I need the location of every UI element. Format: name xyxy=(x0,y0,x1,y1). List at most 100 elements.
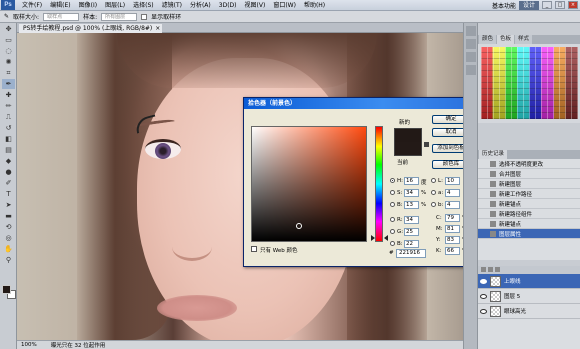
blue-radio[interactable] xyxy=(390,241,395,246)
color-swatches[interactable] xyxy=(2,285,16,299)
history-item[interactable]: 新建锚点 xyxy=(478,219,580,229)
history-item[interactable]: 新建路径组件 xyxy=(478,209,580,219)
lasso-tool-icon[interactable]: ◌ xyxy=(2,46,15,56)
brightness-radio[interactable] xyxy=(390,202,395,207)
menu-help[interactable]: 帮助(H) xyxy=(300,0,329,11)
current-color-swatch[interactable] xyxy=(394,142,422,156)
black-input[interactable]: 66 xyxy=(445,247,460,255)
tab-swatches[interactable]: 色板 xyxy=(497,35,515,44)
menu-layer[interactable]: 图层(L) xyxy=(101,0,129,11)
close-window-button[interactable]: × xyxy=(568,1,578,9)
menu-analysis[interactable]: 分析(A) xyxy=(186,0,215,11)
cyan-input[interactable]: 79 xyxy=(445,214,460,222)
panel-icon[interactable] xyxy=(466,65,476,75)
3d-rotate-icon[interactable]: ⟲ xyxy=(2,222,15,232)
history-item[interactable]: 新建锚点 xyxy=(478,199,580,209)
hue-slider-left-arrow[interactable] xyxy=(371,235,375,241)
design-workspace-button[interactable]: 设计 xyxy=(518,0,539,10)
dodge-tool-icon[interactable]: ● xyxy=(2,167,15,177)
hand-tool-icon[interactable]: ✋ xyxy=(2,244,15,254)
l-input[interactable]: 10 xyxy=(445,177,460,185)
hue-slider-right-arrow[interactable] xyxy=(384,235,388,241)
visibility-eye-icon[interactable] xyxy=(480,293,487,299)
magenta-input[interactable]: 81 xyxy=(445,225,460,233)
a-input[interactable]: 4 xyxy=(445,189,460,197)
hue-input[interactable]: 16 xyxy=(404,177,419,185)
3d-orbit-icon[interactable]: ◎ xyxy=(2,233,15,243)
blue-input[interactable]: 22 xyxy=(404,240,419,248)
yellow-input[interactable]: 83 xyxy=(445,236,460,244)
menu-window[interactable]: 窗口(W) xyxy=(269,0,300,11)
close-tab-icon[interactable]: × xyxy=(155,24,160,33)
zoom-level[interactable]: 100% xyxy=(21,342,37,348)
history-item[interactable]: 选择不透明度更改 xyxy=(478,159,580,169)
menu-file[interactable]: 文件(F) xyxy=(18,0,46,11)
brush-tool-icon[interactable]: ✏ xyxy=(2,101,15,111)
shape-tool-icon[interactable]: ▬ xyxy=(2,211,15,221)
link-icon[interactable] xyxy=(495,267,500,272)
crop-tool-icon[interactable]: ⌗ xyxy=(2,68,15,78)
hue-slider[interactable] xyxy=(375,126,383,242)
gradient-tool-icon[interactable]: ▤ xyxy=(2,145,15,155)
visibility-eye-icon[interactable] xyxy=(480,278,487,284)
tab-history[interactable]: 历史记录 xyxy=(479,150,508,159)
hex-input[interactable]: 221916 xyxy=(396,249,426,258)
move-tool-icon[interactable]: ✥ xyxy=(2,24,15,34)
menu-3d[interactable]: 3D(D) xyxy=(215,0,241,11)
history-item[interactable]: 新建图层 xyxy=(478,179,580,189)
healing-brush-icon[interactable]: ✚ xyxy=(2,90,15,100)
layer-row[interactable]: 图层 5 xyxy=(478,289,580,304)
fill-icon[interactable] xyxy=(488,267,493,272)
history-brush-icon[interactable]: ↺ xyxy=(2,123,15,133)
quick-select-tool-icon[interactable]: ✺ xyxy=(2,57,15,67)
history-item[interactable]: 合并图层 xyxy=(478,169,580,179)
marquee-tool-icon[interactable]: ▭ xyxy=(2,35,15,45)
saturation-field[interactable] xyxy=(251,126,367,242)
red-radio[interactable] xyxy=(390,217,395,222)
show-ring-checkbox[interactable] xyxy=(141,13,148,20)
foreground-color-swatch[interactable] xyxy=(2,285,11,294)
maximize-button[interactable]: □ xyxy=(555,1,565,9)
zoom-tool-icon[interactable]: ⚲ xyxy=(2,255,15,265)
sample-select[interactable]: 所有图层 xyxy=(101,12,138,21)
l-radio[interactable] xyxy=(431,178,436,183)
tab-styles[interactable]: 样式 xyxy=(515,35,533,44)
eraser-tool-icon[interactable]: ◧ xyxy=(2,134,15,144)
history-item[interactable]: 新建工作路径 xyxy=(478,189,580,199)
visibility-eye-icon[interactable] xyxy=(480,308,487,314)
layer-row[interactable]: 眼球高光 xyxy=(478,304,580,319)
path-select-icon[interactable]: ➤ xyxy=(2,200,15,210)
type-tool-icon[interactable]: T xyxy=(2,189,15,199)
minimize-button[interactable]: _ xyxy=(542,1,552,9)
sample-size-select[interactable]: 取样点 xyxy=(43,12,80,21)
saturation-input[interactable]: 34 xyxy=(404,189,419,197)
web-only-checkbox[interactable] xyxy=(251,246,257,252)
brightness-input[interactable]: 13 xyxy=(404,201,419,209)
menu-image[interactable]: 图像(I) xyxy=(75,0,101,11)
eyedropper-icon[interactable]: ✒ xyxy=(2,79,15,89)
tab-color[interactable]: 颜色 xyxy=(479,35,497,44)
lock-icon[interactable] xyxy=(481,267,486,272)
menu-select[interactable]: 选择(S) xyxy=(129,0,158,11)
saturation-radio[interactable] xyxy=(390,190,395,195)
lab-b-radio[interactable] xyxy=(431,202,436,207)
hue-radio[interactable] xyxy=(390,178,395,183)
green-radio[interactable] xyxy=(390,229,395,234)
layer-row[interactable]: 上眼线 xyxy=(478,274,580,289)
red-input[interactable]: 34 xyxy=(404,216,419,224)
menu-view[interactable]: 视图(V) xyxy=(241,0,270,11)
eyedropper-tool-icon[interactable]: ✎ xyxy=(4,13,9,20)
workspace-label[interactable]: 基本功能 xyxy=(492,1,516,10)
panel-icon[interactable] xyxy=(466,26,476,36)
menu-edit[interactable]: 编辑(E) xyxy=(46,0,74,11)
document-tab[interactable]: PS转手绘教程.psd @ 100% (上眼线, RGB/8#) × xyxy=(19,24,163,33)
clone-stamp-icon[interactable]: ⎍ xyxy=(2,112,15,122)
picker-ring-icon[interactable] xyxy=(296,223,302,229)
a-radio[interactable] xyxy=(431,190,436,195)
swatch-grid[interactable] xyxy=(481,47,578,119)
panel-icon[interactable] xyxy=(466,52,476,62)
blur-tool-icon[interactable]: ◆ xyxy=(2,156,15,166)
lab-b-input[interactable]: 4 xyxy=(445,201,460,209)
panel-icon[interactable] xyxy=(466,39,476,49)
history-item-active[interactable]: 图层属性 xyxy=(478,229,580,239)
